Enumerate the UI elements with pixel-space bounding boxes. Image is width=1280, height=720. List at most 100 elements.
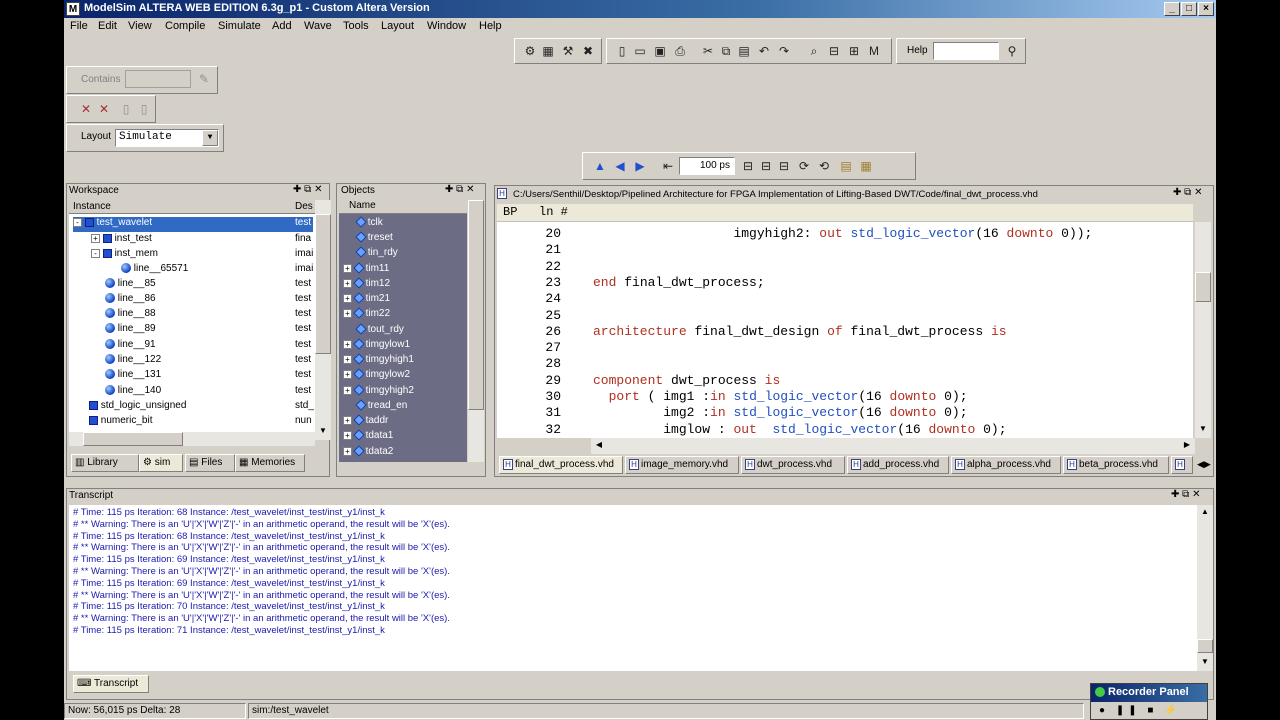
workspace-vscroll[interactable]: ▼ — [315, 200, 331, 440]
chevron-down-icon[interactable]: ▼ — [202, 130, 218, 146]
run-icon[interactable]: ⊟ — [741, 159, 755, 173]
wave-icon[interactable]: ▤ — [839, 159, 853, 173]
tab-files[interactable]: ▤ Files — [185, 454, 235, 472]
expand-icon[interactable]: + — [343, 446, 352, 456]
menu-simulate[interactable]: Simulate — [218, 20, 261, 32]
line-number[interactable]: 20 — [497, 226, 561, 241]
menu-help[interactable]: Help — [479, 20, 502, 32]
tab-add-process[interactable]: Hadd_process.vhd — [847, 456, 949, 474]
menu-wave[interactable]: Wave — [304, 20, 332, 32]
tab-beta-process[interactable]: Hbeta_process.vhd — [1063, 456, 1169, 474]
tab-memories[interactable]: ▦ Memories — [235, 454, 305, 472]
tab-library[interactable]: ▥ Library — [71, 454, 139, 472]
line-number[interactable]: 31 — [497, 405, 561, 420]
object-item[interactable]: treset — [355, 231, 393, 247]
editor-vscroll[interactable]: ▼ — [1195, 222, 1211, 438]
panel-buttons-icon[interactable]: ✚ ⧉ ✕ — [1173, 187, 1202, 198]
find-icon[interactable]: ⌕ — [807, 44, 821, 58]
tree-row[interactable]: line__91 — [105, 339, 156, 354]
expand-icon[interactable]: + — [343, 293, 352, 303]
tree-row[interactable]: line__88 — [105, 308, 156, 323]
object-item[interactable]: + tdata2 — [343, 445, 393, 461]
col-instance-header[interactable]: Instance — [73, 201, 111, 212]
help-search-icon[interactable]: ⚲ — [1005, 44, 1019, 58]
step-over-icon[interactable]: ⟲ — [817, 159, 831, 173]
object-item[interactable]: + timgyhigh1 — [343, 353, 414, 369]
undo-icon[interactable]: ↶ — [757, 44, 771, 58]
line-number[interactable]: 32 — [497, 422, 561, 437]
expand-icon[interactable]: + — [343, 385, 352, 395]
panel-buttons-icon[interactable]: ✚ ⧉ ✕ — [445, 184, 474, 195]
break-icon[interactable]: ✖ — [581, 44, 595, 58]
expand-icon[interactable]: + — [343, 354, 352, 364]
menu-add[interactable]: Add — [272, 20, 292, 32]
object-item[interactable]: + tim21 — [343, 292, 390, 308]
tree-row[interactable]: line__131 — [105, 369, 161, 384]
close-button[interactable]: × — [1198, 2, 1214, 16]
line-number[interactable]: 22 — [497, 259, 561, 274]
scroll-thumb[interactable] — [1197, 639, 1213, 653]
line-number[interactable]: 23 — [497, 275, 561, 290]
arrow-right-icon[interactable]: ▶ — [633, 159, 647, 173]
transcript-vscroll[interactable]: ▲ ▼ — [1197, 505, 1213, 671]
compile-icon[interactable]: ⚙ — [523, 44, 537, 58]
filter-icon[interactable]: ✎ — [197, 72, 211, 86]
expand-icon[interactable]: + — [91, 233, 100, 243]
col-name-header[interactable]: Name — [339, 200, 467, 214]
step-into-icon[interactable]: ⟳ — [797, 159, 811, 173]
tree-row[interactable]: std_logic_unsigned — [89, 400, 186, 415]
scroll-down-icon[interactable]: ▼ — [1195, 422, 1211, 438]
tree-row[interactable]: line__85 — [105, 278, 156, 293]
tree-row[interactable]: - inst_mem — [91, 248, 158, 263]
continue-icon[interactable]: ⊟ — [759, 159, 773, 173]
line-number[interactable]: 28 — [497, 356, 561, 371]
menu-view[interactable]: View — [128, 20, 152, 32]
panel-buttons-icon[interactable]: ✚ ⧉ ✕ — [1171, 489, 1200, 500]
tree-row[interactable]: line__122 — [105, 354, 161, 369]
new-file-icon[interactable]: ▯ — [615, 44, 629, 58]
scroll-left-icon[interactable]: ◀ — [591, 438, 607, 454]
layout-select[interactable]: Simulate ▼ — [115, 129, 219, 147]
tab-sim[interactable]: ⚙ sim — [139, 454, 183, 472]
expand-icon[interactable]: + — [343, 415, 352, 425]
paste-icon[interactable]: ▤ — [737, 44, 751, 58]
tree-row[interactable]: line__140 — [105, 385, 161, 400]
tab-dwt-process[interactable]: Hdwt_process.vhd — [741, 456, 845, 474]
object-item[interactable]: + tim12 — [343, 277, 390, 293]
minimize-button[interactable]: _ — [1164, 2, 1180, 16]
line-number[interactable]: 25 — [497, 308, 561, 323]
menu-window[interactable]: Window — [427, 20, 466, 32]
restart-icon[interactable]: ⇤ — [661, 159, 675, 173]
arrow-up-icon[interactable]: ▲ — [593, 159, 607, 173]
scroll-right-icon[interactable]: ▶ — [1179, 438, 1195, 454]
expand-icon[interactable]: + — [343, 278, 352, 288]
cut-icon[interactable]: ✂ — [701, 44, 715, 58]
scroll-thumb[interactable] — [1195, 272, 1211, 302]
tab-scroll-icon[interactable]: ◀▶ — [1197, 459, 1211, 470]
copy-icon[interactable]: ⧉ — [719, 44, 733, 58]
menu-compile[interactable]: Compile — [165, 20, 205, 32]
hierarchy-icon[interactable]: ⊞ — [847, 44, 861, 58]
tab-more[interactable]: H — [1171, 456, 1193, 474]
object-item[interactable]: + timgylow1 — [343, 338, 410, 354]
transcript-output[interactable]: # Time: 115 ps Iteration: 68 Instance: /… — [69, 505, 1197, 671]
compile-all-icon[interactable]: ▦ — [541, 44, 555, 58]
arrow-left-icon[interactable]: ◀ — [613, 159, 627, 173]
run-all-icon[interactable]: ⊟ — [777, 159, 791, 173]
run-length-input[interactable]: 100 ps — [679, 157, 735, 175]
tree-row[interactable]: numeric_bit — [89, 415, 152, 430]
workspace-hscroll[interactable] — [69, 432, 315, 446]
object-item[interactable]: + tim22 — [343, 307, 390, 323]
objects-vscroll[interactable] — [468, 200, 484, 462]
tree-row[interactable]: + inst_test — [91, 233, 152, 248]
expand-icon[interactable]: + — [343, 430, 352, 440]
line-number[interactable]: 26 — [497, 324, 561, 339]
code-view[interactable]: BP ln # 20 imgyhigh2: out std_logic_vect… — [497, 204, 1193, 438]
delete-icon[interactable]: ✕ — [79, 102, 93, 116]
open-folder-icon[interactable]: ▭ — [633, 44, 647, 58]
object-item[interactable]: + taddr — [343, 414, 388, 430]
tree-row-test-wavelet[interactable]: - test_wavelet test — [73, 217, 313, 232]
maximize-button[interactable]: □ — [1181, 2, 1197, 16]
object-item[interactable]: tin_rdy — [355, 246, 398, 262]
line-number[interactable]: 27 — [497, 340, 561, 355]
